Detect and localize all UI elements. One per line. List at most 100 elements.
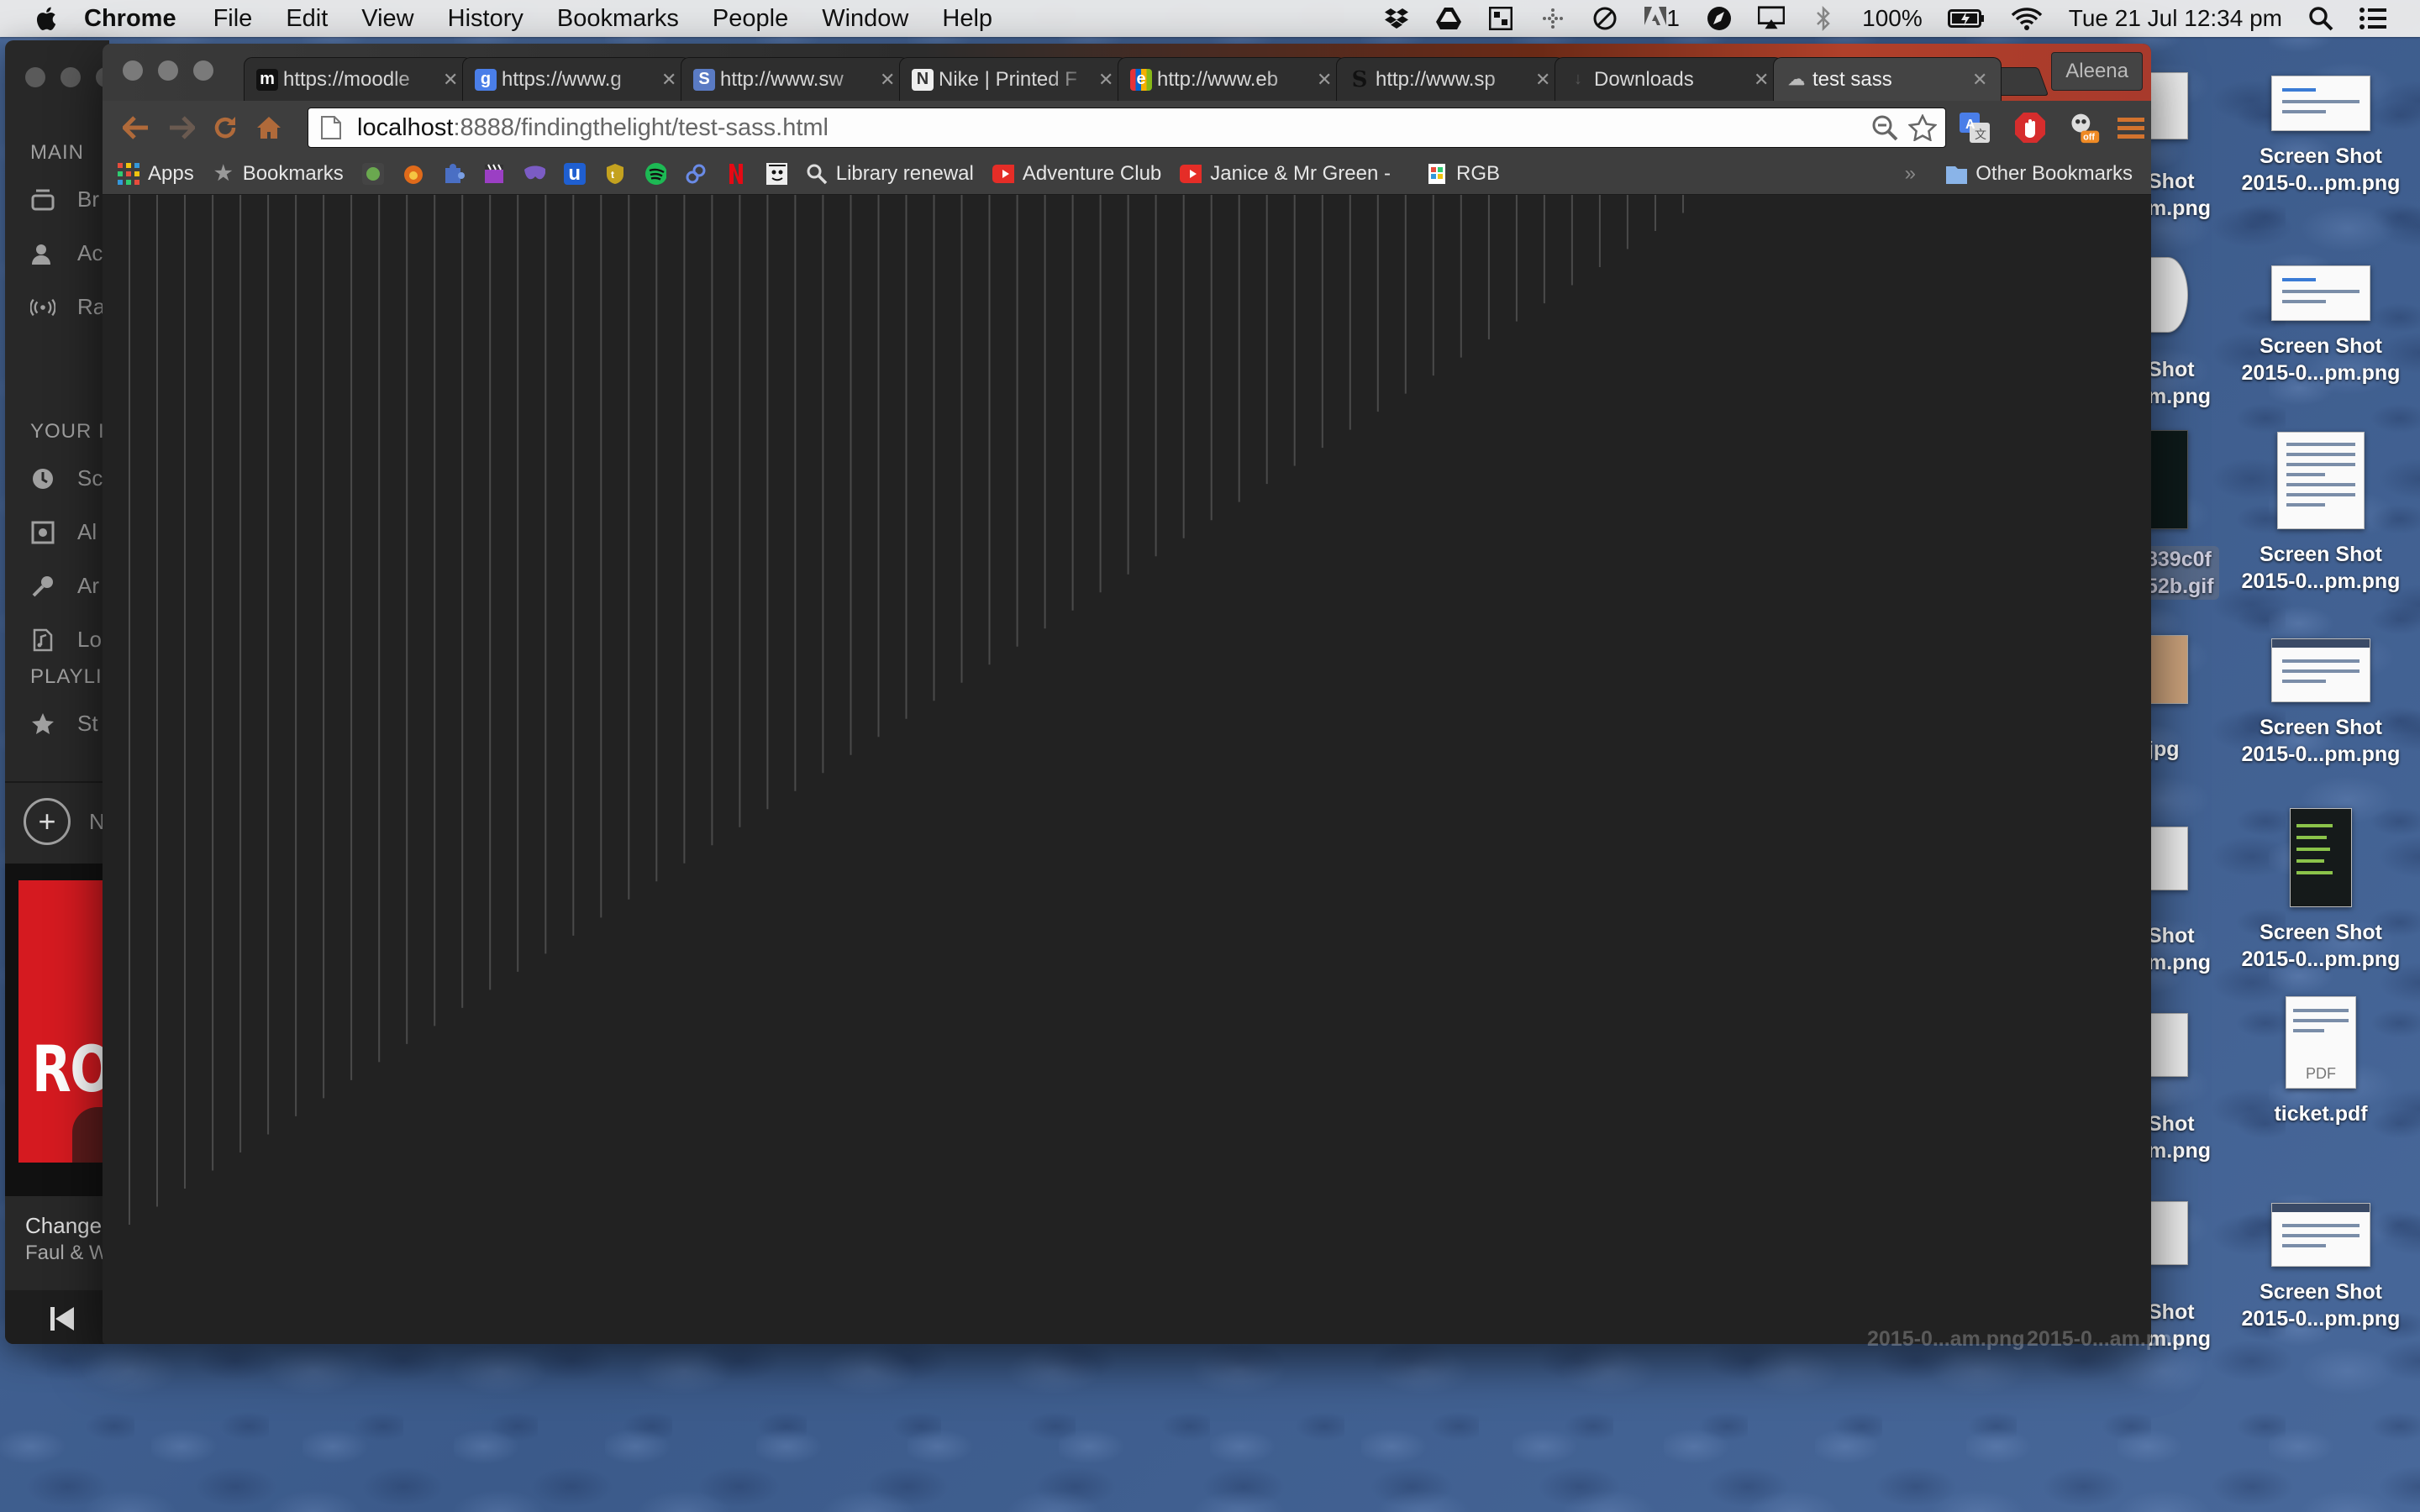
now-playing-artist[interactable]: Faul & W bbox=[25, 1242, 108, 1265]
bookmark-netflix[interactable] bbox=[725, 163, 747, 185]
tab-close-icon[interactable]: ✕ bbox=[1754, 69, 1770, 91]
desktop-file[interactable]: Screen Shot 2015-0...pm.png bbox=[2228, 1203, 2413, 1332]
desktop-file[interactable]: Screen Shot 2015-0...pm.png bbox=[2228, 432, 2413, 595]
menu-window[interactable]: Window bbox=[822, 5, 908, 33]
close-window-button[interactable] bbox=[25, 67, 45, 87]
tab-close-icon[interactable]: ✕ bbox=[1098, 69, 1115, 91]
desktop-file[interactable]: PDF ticket.pdf bbox=[2228, 996, 2413, 1127]
sidebar-item-browse[interactable]: Br bbox=[30, 186, 99, 213]
translate-icon[interactable]: A文 bbox=[1958, 111, 1991, 144]
menu-file[interactable]: File bbox=[213, 5, 253, 33]
sidebar-item-local-files[interactable]: Lo bbox=[30, 627, 102, 653]
partial-thumb[interactable] bbox=[2148, 72, 2188, 139]
tab-close-icon[interactable]: ✕ bbox=[1317, 69, 1334, 91]
partial-thumb[interactable] bbox=[2148, 257, 2188, 333]
bookmark-rgb[interactable]: RGB bbox=[1426, 162, 1500, 186]
tab-sp[interactable]: S http://www.sp ✕ bbox=[1336, 57, 1565, 101]
sidebar-item-albums[interactable]: Al bbox=[30, 519, 97, 545]
bookmark-mask[interactable] bbox=[523, 163, 545, 185]
zoom-window-button[interactable] bbox=[193, 60, 213, 81]
star-bookmark-icon[interactable] bbox=[1908, 114, 1937, 141]
menu-view[interactable]: View bbox=[361, 5, 413, 33]
bookmark-folder-bookmarks[interactable]: ★ Bookmarks bbox=[213, 162, 344, 186]
sidebar-item-activity[interactable]: Ac bbox=[30, 240, 103, 266]
battery-icon[interactable] bbox=[1947, 5, 1985, 32]
menu-bookmarks[interactable]: Bookmarks bbox=[557, 5, 679, 33]
partial-file-label[interactable]: 839c0f 52b.gif bbox=[2141, 546, 2219, 600]
desktop-file[interactable]: Screen Shot 2015-0...pm.png bbox=[2228, 638, 2413, 768]
menu-edit[interactable]: Edit bbox=[286, 5, 328, 33]
tab-close-icon[interactable]: ✕ bbox=[443, 69, 460, 91]
menu-history[interactable]: History bbox=[448, 5, 523, 33]
bookmark-green[interactable] bbox=[361, 162, 384, 185]
desktop-file[interactable]: Screen Shot 2015-0...pm.png bbox=[2228, 265, 2413, 386]
sidebar-item-artists[interactable]: Ar bbox=[30, 573, 99, 599]
bookmark-link[interactable] bbox=[685, 163, 707, 185]
spotlight-icon[interactable] bbox=[2307, 5, 2334, 32]
partial-file-label[interactable]: Shot m.png bbox=[2148, 1110, 2211, 1164]
forward-arrow-icon[interactable] bbox=[166, 113, 197, 143]
partial-thumb[interactable] bbox=[2148, 1013, 2188, 1077]
album-art[interactable]: ROB bbox=[5, 864, 109, 1196]
google-drive-icon[interactable] bbox=[1435, 5, 1462, 32]
partial-thumb[interactable] bbox=[2148, 1201, 2188, 1265]
home-icon[interactable] bbox=[254, 113, 284, 143]
tab-downloads[interactable]: ↓ Downloads ✕ bbox=[1555, 57, 1783, 101]
previous-track-icon[interactable] bbox=[49, 1305, 76, 1332]
minimize-window-button[interactable] bbox=[158, 60, 178, 81]
tab-close-icon[interactable]: ✕ bbox=[1972, 69, 1989, 91]
address-bar[interactable]: localhost:8888/findingthelight/test-sass… bbox=[308, 108, 1946, 148]
hamburger-menu-icon[interactable] bbox=[2114, 111, 2148, 144]
tab-ebay[interactable]: e http://www.eb ✕ bbox=[1118, 57, 1346, 101]
menu-help[interactable]: Help bbox=[942, 5, 992, 33]
tab-google[interactable]: g https://www.g ✕ bbox=[462, 57, 691, 101]
spotify-window[interactable]: MAIN Br Ac Ra YOUR I Sc Al Ar Lo PLAYLI … bbox=[5, 40, 109, 1344]
sidebar-item-starred[interactable]: St bbox=[30, 711, 98, 737]
grid-icon[interactable] bbox=[1487, 5, 1514, 32]
desktop-file[interactable]: Screen Shot 2015-0...pm.png bbox=[2228, 76, 2413, 197]
tab-close-icon[interactable]: ✕ bbox=[1535, 69, 1552, 91]
apple-icon[interactable] bbox=[34, 5, 57, 32]
wifi-icon[interactable] bbox=[2010, 5, 2044, 32]
tab-nike[interactable]: N Nike | Printed F ✕ bbox=[899, 57, 1128, 101]
bookmark-fox[interactable] bbox=[402, 163, 424, 185]
battery-percent[interactable]: 100% bbox=[1862, 5, 1923, 32]
bookmark-badge[interactable]: t bbox=[604, 163, 626, 185]
bookmark-other-bookmarks[interactable]: Other Bookmarks bbox=[1945, 162, 2133, 186]
adblock-icon[interactable] bbox=[2013, 111, 2047, 144]
partial-file-label[interactable]: Shot m.png bbox=[2148, 356, 2211, 410]
partial-thumb[interactable] bbox=[2148, 827, 2188, 890]
tab-close-icon[interactable]: ✕ bbox=[661, 69, 678, 91]
partial-file-label[interactable]: Shot m.png bbox=[2148, 922, 2211, 976]
tab-sw[interactable]: S http://www.sw ✕ bbox=[681, 57, 909, 101]
tab-test-sass[interactable]: ☁ test sass ✕ bbox=[1773, 57, 2002, 101]
now-playing-title[interactable]: Change bbox=[25, 1213, 102, 1239]
tab-moodle[interactable]: m https://moodle ✕ bbox=[244, 57, 472, 101]
bookmark-spotify[interactable] bbox=[644, 162, 666, 185]
bookmarks-overflow-icon[interactable]: » bbox=[1905, 162, 1916, 186]
clock-text[interactable]: Tue 21 Jul 12:34 pm bbox=[2069, 5, 2282, 32]
notification-center-icon[interactable] bbox=[2360, 5, 2386, 32]
sidebar-item-songs[interactable]: Sc bbox=[30, 465, 103, 491]
menu-chrome[interactable]: Chrome bbox=[84, 5, 176, 33]
bookmark-puzzle[interactable] bbox=[443, 163, 465, 185]
extension-off-icon[interactable]: off bbox=[2067, 111, 2101, 144]
partial-thumb[interactable] bbox=[2148, 635, 2188, 704]
compass-icon[interactable] bbox=[1706, 5, 1733, 32]
page-viewport[interactable] bbox=[103, 195, 2151, 1344]
sidebar-item-radio[interactable]: Ra bbox=[30, 294, 105, 320]
back-arrow-icon[interactable] bbox=[121, 113, 151, 143]
bookmark-clapper[interactable] bbox=[483, 163, 505, 185]
partial-file-label[interactable]: Shot m.png bbox=[2148, 168, 2211, 222]
bookmark-janice[interactable]: Janice & Mr Green - bbox=[1180, 162, 1391, 186]
no-entry-icon[interactable] bbox=[1591, 5, 1618, 32]
bookmark-u[interactable]: u bbox=[563, 162, 586, 185]
new-playlist-button[interactable]: + N bbox=[24, 798, 105, 845]
bluetooth-icon[interactable] bbox=[1810, 5, 1837, 32]
bookmark-face[interactable] bbox=[765, 162, 787, 185]
menu-people[interactable]: People bbox=[713, 5, 788, 33]
dropbox-icon[interactable] bbox=[1383, 5, 1410, 32]
minimize-window-button[interactable] bbox=[60, 67, 81, 87]
zoom-icon[interactable] bbox=[1871, 114, 1898, 141]
dotted-grid-icon[interactable] bbox=[1539, 5, 1566, 32]
